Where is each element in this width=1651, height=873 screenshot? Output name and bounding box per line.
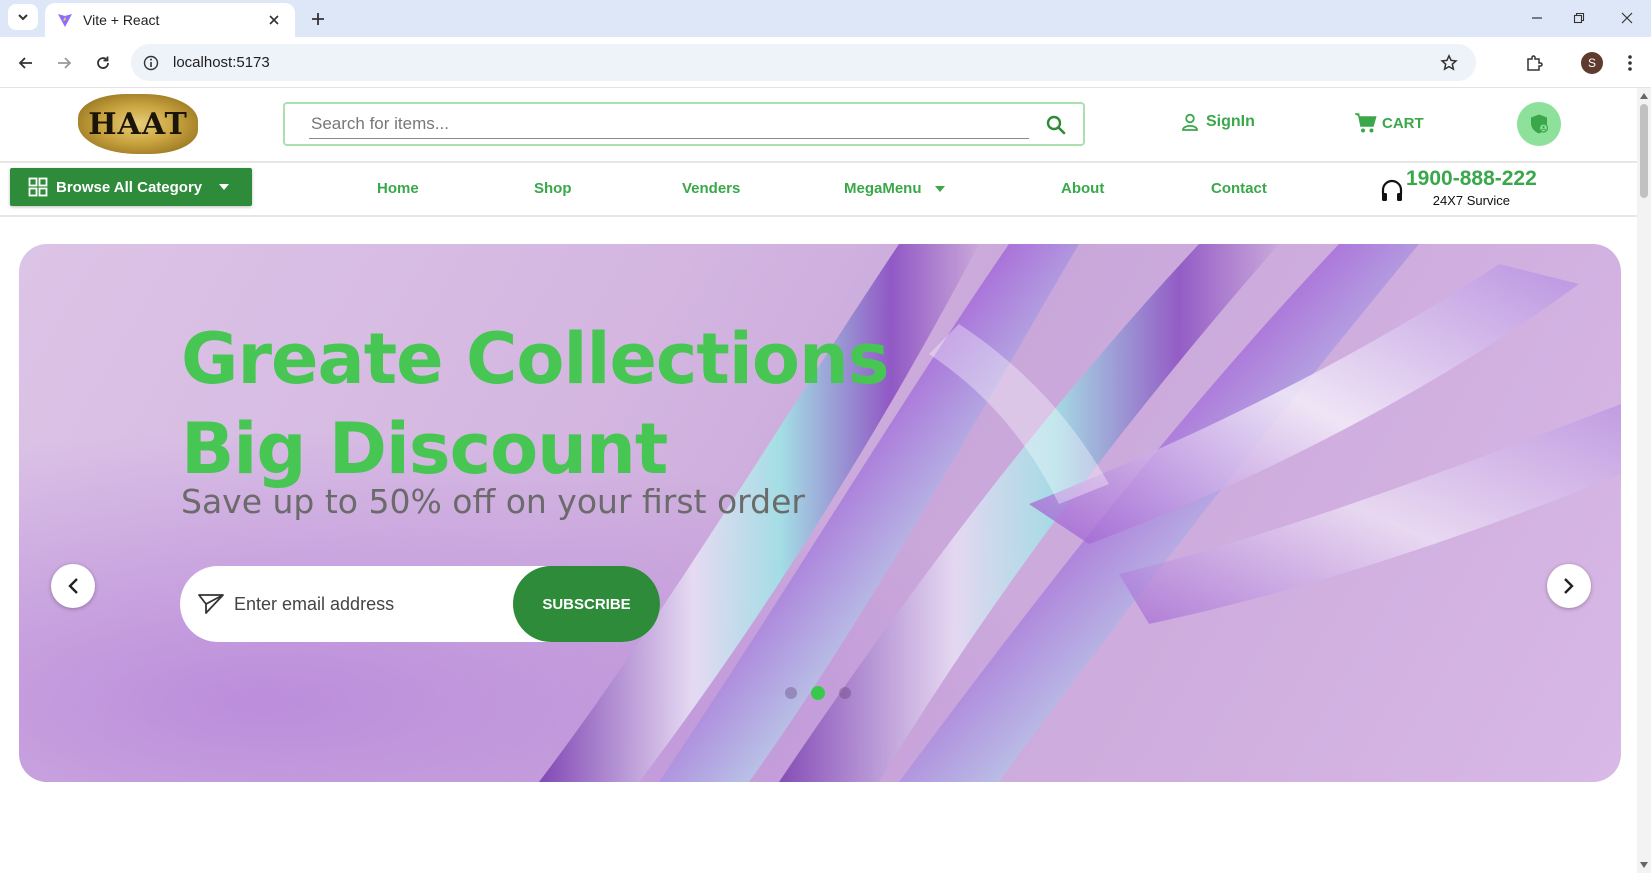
minimize-icon <box>1532 17 1542 19</box>
browse-category-button[interactable]: Browse All Category <box>10 168 252 206</box>
browser-tab[interactable]: Vite + React <box>45 3 295 37</box>
forward-button[interactable] <box>50 49 78 77</box>
tab-close-icon[interactable] <box>265 11 283 29</box>
reload-icon <box>97 56 109 69</box>
plus-icon <box>312 13 324 25</box>
nav-shop[interactable]: Shop <box>534 180 572 197</box>
site-header: HAAT SignIn CART <box>0 88 1640 163</box>
arrow-left-icon <box>18 57 32 69</box>
chevron-down-icon <box>18 14 28 21</box>
nav-venders[interactable]: Venders <box>682 180 740 197</box>
address-bar[interactable]: localhost:5173 <box>131 44 1476 81</box>
caret-down-icon <box>219 184 230 190</box>
puzzle-icon <box>1527 55 1543 71</box>
support-phone: 1900-888-222 24X7 Survice <box>1380 167 1537 208</box>
carousel-prev-button[interactable] <box>51 564 95 608</box>
avatar: S <box>1581 52 1603 74</box>
search-icon[interactable] <box>1045 114 1067 136</box>
hero-banner: Greate Collections Big Discount Save up … <box>19 244 1621 782</box>
logo-text: HAAT <box>88 106 188 142</box>
search-box <box>283 102 1085 146</box>
close-window-button[interactable] <box>1612 6 1642 30</box>
chevron-right-icon <box>1564 578 1574 594</box>
extensions-button[interactable] <box>1520 49 1548 77</box>
hero-subtitle: Save up to 50% off on your first order <box>181 482 805 521</box>
tab-title: Vite + React <box>83 12 160 28</box>
search-input[interactable] <box>309 109 1029 139</box>
back-button[interactable] <box>12 49 40 77</box>
nav-megamenu-label: MegaMenu <box>844 180 922 197</box>
signin-label: SignIn <box>1206 113 1255 130</box>
page-scrollbar[interactable] <box>1637 88 1651 873</box>
nav-contact[interactable]: Contact <box>1211 180 1267 197</box>
tab-list-button[interactable] <box>8 4 38 30</box>
grid-icon <box>28 177 48 197</box>
carousel-dot[interactable] <box>785 687 797 699</box>
new-tab-button[interactable] <box>305 6 331 32</box>
more-vert-icon <box>1628 55 1632 71</box>
browser-toolbar: localhost:5173 S <box>0 37 1651 88</box>
arrow-right-icon <box>58 57 72 69</box>
cart-link[interactable]: CART <box>1354 112 1424 134</box>
close-icon <box>1621 12 1633 24</box>
subscribe-button[interactable]: SUBSCRIBE <box>513 566 660 642</box>
profile-button[interactable]: S <box>1578 49 1606 77</box>
restore-icon <box>1573 12 1585 24</box>
cart-label: CART <box>1382 114 1424 132</box>
scroll-up-icon[interactable] <box>1639 91 1649 101</box>
carousel-dot[interactable] <box>811 686 825 700</box>
nav-megamenu[interactable]: MegaMenu <box>844 180 946 197</box>
shield-user-icon <box>1531 114 1549 134</box>
minimize-button[interactable] <box>1522 6 1552 30</box>
hero-title: Greate Collections Big Discount <box>181 314 889 494</box>
main-nav: Browse All Category Home Shop Venders Me… <box>0 165 1640 217</box>
scroll-down-icon[interactable] <box>1639 860 1649 870</box>
browse-category-label: Browse All Category <box>56 178 203 196</box>
browser-tab-bar: Vite + React <box>0 0 1651 37</box>
headset-icon <box>1381 179 1403 201</box>
bookmark-star-icon[interactable] <box>1438 52 1460 74</box>
caret-down-icon <box>934 185 945 192</box>
send-icon <box>198 594 224 614</box>
scrollbar-thumb[interactable] <box>1640 104 1648 198</box>
carousel-dots <box>785 686 851 700</box>
cart-icon <box>1355 113 1377 133</box>
url-text: localhost:5173 <box>173 54 270 71</box>
chevron-left-icon <box>68 578 78 594</box>
vite-logo-icon <box>58 13 72 27</box>
nav-home[interactable]: Home <box>377 180 419 197</box>
nav-about[interactable]: About <box>1061 180 1104 197</box>
user-icon <box>1182 113 1198 131</box>
carousel-dot[interactable] <box>839 687 851 699</box>
site-info-icon[interactable] <box>143 55 159 71</box>
page-viewport: HAAT SignIn CART Browse All Category Hom… <box>0 88 1651 873</box>
email-input[interactable] <box>234 593 484 615</box>
phone-number[interactable]: 1900-888-222 <box>1406 167 1537 191</box>
browser-menu-button[interactable] <box>1616 49 1644 77</box>
hero-title-line1: Greate Collections <box>181 318 889 400</box>
account-badge[interactable] <box>1517 102 1561 146</box>
reload-button[interactable] <box>89 49 117 77</box>
newsletter-form: SUBSCRIBE <box>180 566 660 642</box>
site-logo[interactable]: HAAT <box>78 94 198 154</box>
signin-link[interactable]: SignIn <box>1180 112 1255 132</box>
phone-service-text: 24X7 Survice <box>1432 193 1511 208</box>
carousel-next-button[interactable] <box>1547 564 1591 608</box>
hero-title-line2: Big Discount <box>181 408 668 490</box>
restore-button[interactable] <box>1564 6 1594 30</box>
